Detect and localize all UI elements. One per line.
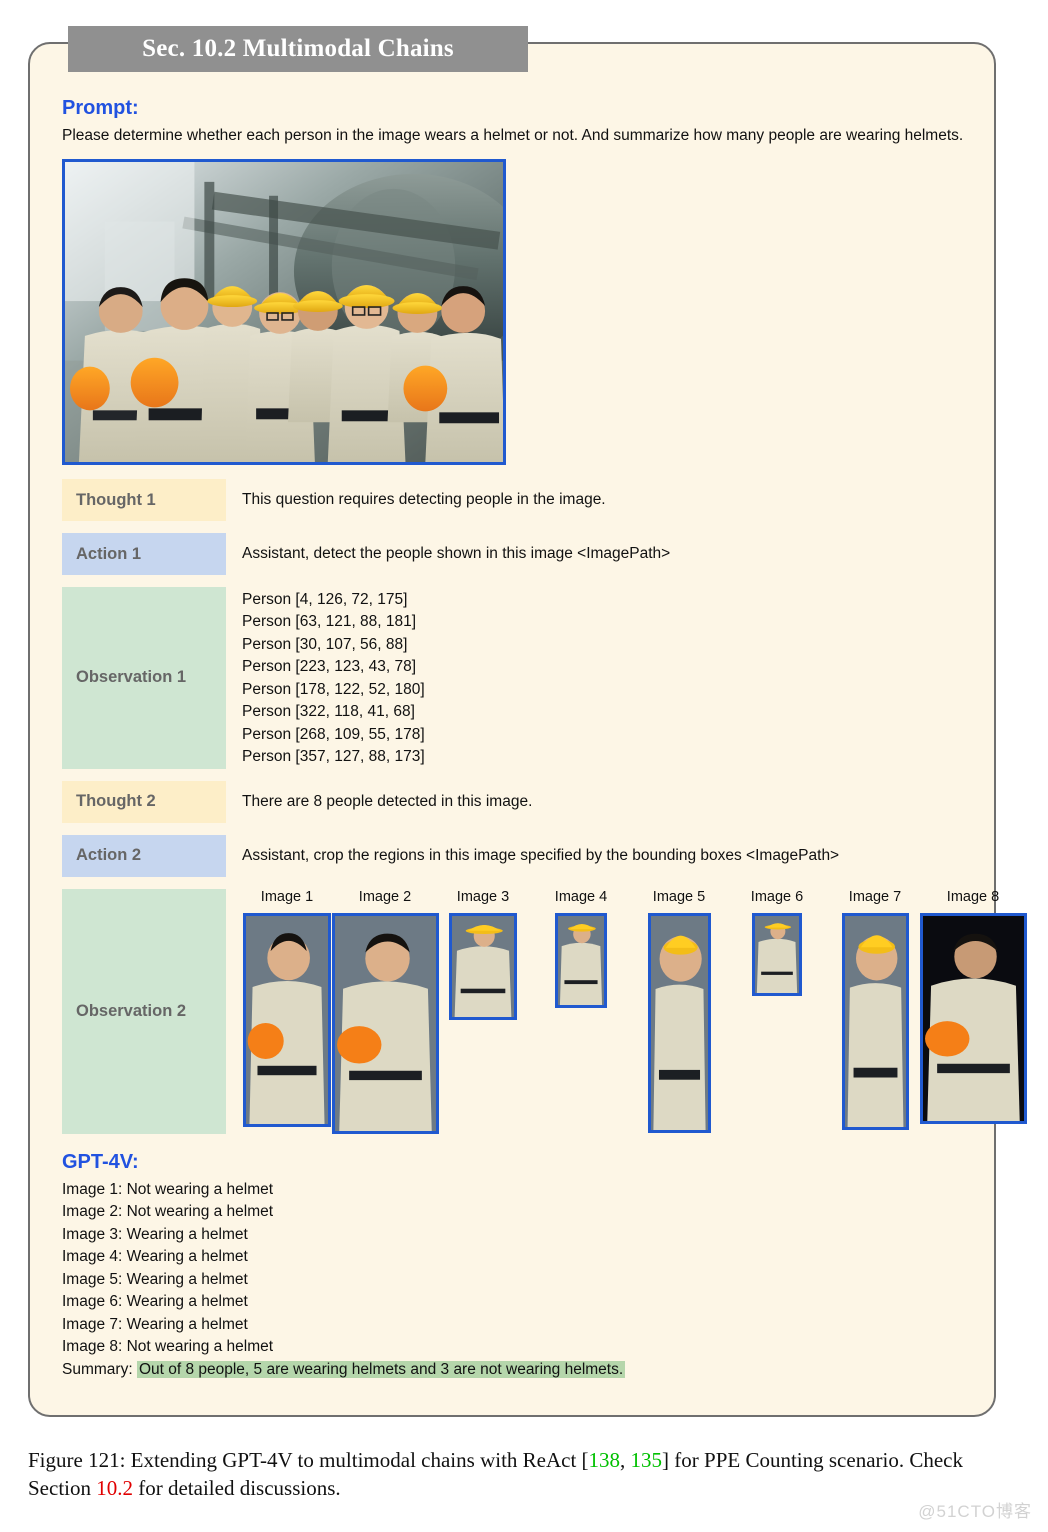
thumbnail-illustration <box>650 915 708 1130</box>
thumbnail-column: Image 1 <box>238 889 336 1127</box>
cropped-person-thumbnail[interactable] <box>555 912 607 1008</box>
observation-1-body: Person [4, 126, 72, 175] Person [63, 121… <box>226 587 970 769</box>
reasoning-chain: Thought 1 This question requires detecti… <box>62 479 1027 1134</box>
thumbnail-illustration <box>755 915 799 993</box>
answer-line: Image 8: Not wearing a helmet <box>62 1338 274 1356</box>
section-title-chip: Sec. 10.2 Multimodal Chains <box>68 26 528 72</box>
chain-row-thought-2: Thought 2 There are 8 people detected in… <box>62 780 970 823</box>
thought-1-label: Thought 1 <box>62 479 226 521</box>
cropped-person-thumbnail[interactable] <box>449 912 517 1020</box>
action-2-text: Assistant, crop the regions in this imag… <box>242 846 840 864</box>
answer-line: Image 7: Wearing a helmet <box>62 1315 248 1333</box>
thumbnail-label: Image 3 <box>456 888 510 905</box>
answer-line: Image 6: Wearing a helmet <box>62 1293 248 1311</box>
action-1-label: Action 1 <box>62 533 226 575</box>
thumbnail-label: Image 6 <box>750 888 804 905</box>
chain-row-action-1: Action 1 Assistant, detect the people sh… <box>62 533 970 575</box>
cropped-person-thumbnail[interactable] <box>841 912 909 1130</box>
caption-separator: , <box>620 1448 631 1472</box>
citation-138[interactable]: 138 <box>589 1448 621 1472</box>
thumbnail-label: Image 5 <box>652 888 706 905</box>
thumbnail-illustration <box>922 915 1024 1121</box>
workers-photo-illustration <box>65 162 503 462</box>
thought-2-label: Thought 2 <box>62 780 226 823</box>
section-title: Sec. 10.2 Multimodal Chains <box>142 35 454 62</box>
thought-1-text: This question requires detecting people … <box>242 491 606 508</box>
thumbnail-illustration <box>558 915 604 1005</box>
answer-line: Image 3: Wearing a helmet <box>62 1225 248 1243</box>
figure-caption: Figure 121: Extending GPT-4V to multimod… <box>28 1446 1028 1503</box>
action-1-text: Assistant, detect the people shown in th… <box>242 545 671 562</box>
cropped-person-thumbnail[interactable] <box>243 912 331 1127</box>
prompt-heading: Prompt: <box>62 97 139 119</box>
answer-line: Image 2: Not wearing a helmet <box>62 1203 274 1221</box>
thumbnail-column: Image 2 <box>331 888 439 1134</box>
thumbnail-label: Image 4 <box>554 888 608 905</box>
caption-part-3: for detailed discussions. <box>133 1476 341 1501</box>
observation-1-label: Observation 1 <box>62 587 226 769</box>
gpt4v-summary-row: Summary: Out of 8 people, 5 are wearing … <box>62 1359 970 1381</box>
action-2-label: Action 2 <box>62 834 226 877</box>
thumbnail-column: Image 6 <box>728 889 826 996</box>
thumbnail-illustration <box>334 915 436 1131</box>
thumbnail-label: Image 8 <box>946 888 1000 905</box>
chain-row-thought-1: Thought 1 This question requires detecti… <box>62 479 970 521</box>
gpt4v-heading: GPT-4V: <box>62 1150 139 1173</box>
watermark: @51CTO博客 <box>918 1502 1032 1521</box>
summary-label: Summary: <box>62 1360 133 1378</box>
observation-1-detections: Person [4, 126, 72, 175] Person [63, 121… <box>242 591 425 766</box>
cropped-person-thumbnail[interactable] <box>647 912 711 1133</box>
chain-row-action-2: Action 2 Assistant, crop the regions in … <box>62 834 970 877</box>
thumbnail-column: Image 3 <box>434 889 532 1020</box>
thumbnail-column: Image 8 <box>919 888 1027 1124</box>
thumbnail-column: Image 4 <box>532 889 630 1008</box>
observation-2-label: Observation 2 <box>62 888 226 1134</box>
gpt4v-answer: GPT-4V: Image 1: Not wearing a helmet Ima… <box>62 1150 970 1381</box>
thumbnail-column: Image 7 <box>826 889 924 1130</box>
cropped-person-thumbnail[interactable] <box>331 912 439 1134</box>
cropped-person-thumbnail[interactable] <box>752 912 802 996</box>
thumbnail-column: Image 5 <box>630 889 728 1133</box>
figure-card: Prompt: Please determine whether each pe… <box>28 42 1027 1417</box>
caption-part-1: Figure 121: Extending GPT-4V to multimod… <box>28 1448 589 1472</box>
answer-line: Image 4: Wearing a helmet <box>62 1248 248 1266</box>
thumbnail-illustration <box>844 915 906 1127</box>
thumbnail-label: Image 1 <box>260 888 314 905</box>
citation-135[interactable]: 135 <box>631 1448 663 1472</box>
thumbnail-label: Image 2 <box>358 888 412 905</box>
chain-row-observation-1: Observation 1 Person [4, 126, 72, 175] P… <box>62 587 970 769</box>
thumbnail-illustration <box>246 915 328 1124</box>
card-content: Prompt: Please determine whether each pe… <box>62 96 1027 1381</box>
cropped-person-thumbnail[interactable] <box>919 912 1027 1124</box>
gpt4v-answer-lines: Image 1: Not wearing a helmet Image 2: No… <box>62 1179 970 1359</box>
section-reference-10-2[interactable]: 10.2 <box>96 1476 133 1500</box>
thumbnail-illustration <box>452 915 514 1017</box>
cropped-thumbnail-strip: Image 1 Image 2 Image 3 Image 4 Image 5 Image… <box>226 888 1027 1134</box>
thought-2-text: There are 8 people detected in this imag… <box>242 792 533 810</box>
chain-row-observation-2: Observation 2 Image 1 Image 2 Image 3 Image… <box>62 888 1027 1134</box>
thumbnail-label: Image 7 <box>848 888 902 905</box>
answer-line: Image 1: Not wearing a helmet <box>62 1180 274 1198</box>
answer-line: Image 5: Wearing a helmet <box>62 1270 248 1288</box>
prompt-image <box>62 159 506 465</box>
summary-text: Out of 8 people, 5 are wearing helmets a… <box>136 1360 626 1378</box>
prompt-text: Please determine whether each person in … <box>62 127 964 144</box>
